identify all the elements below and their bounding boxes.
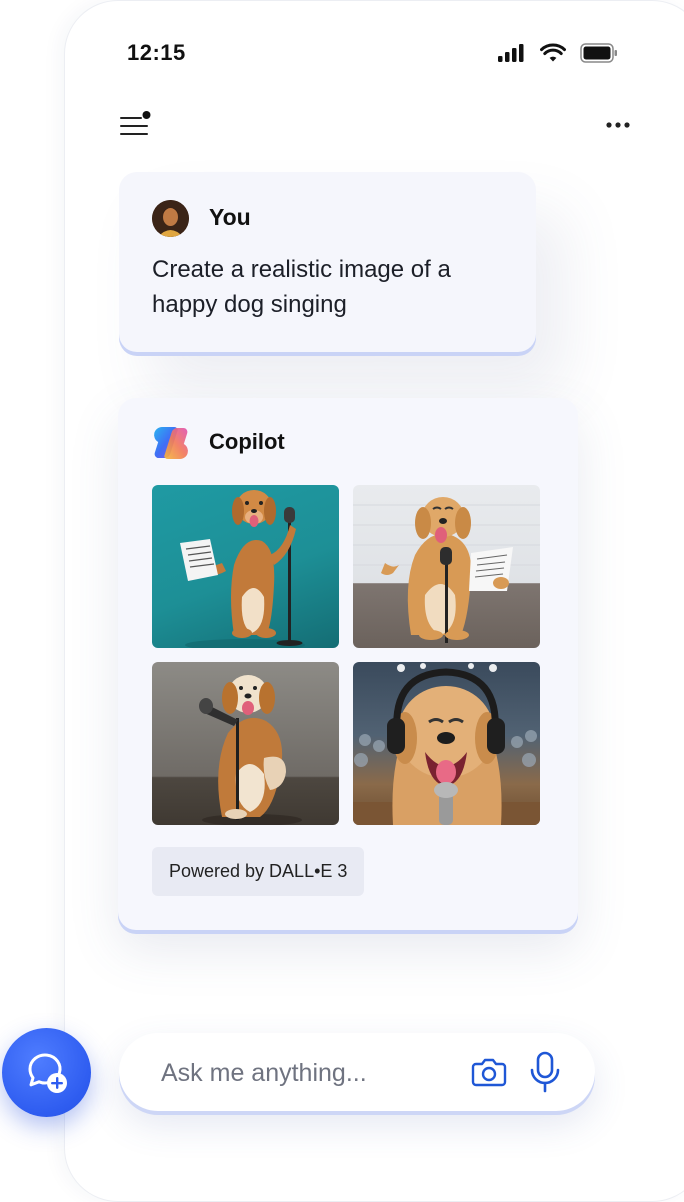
- user-message-card: You Create a realistic image of a happy …: [119, 172, 536, 352]
- more-options-button[interactable]: [603, 112, 635, 138]
- menu-button[interactable]: [118, 110, 154, 140]
- generated-image-1[interactable]: [152, 485, 339, 648]
- camera-icon: [471, 1058, 507, 1087]
- microphone-button[interactable]: [529, 1051, 561, 1093]
- more-icon: [606, 122, 630, 128]
- menu-icon: [120, 111, 151, 135]
- microphone-icon: [530, 1051, 560, 1093]
- generated-image-2[interactable]: [353, 485, 540, 648]
- composer-bar: [119, 1033, 595, 1111]
- chat-input[interactable]: [159, 1051, 453, 1095]
- signal-icon: [498, 44, 524, 62]
- generated-image-4[interactable]: [353, 662, 540, 825]
- wifi-icon: [540, 43, 566, 62]
- user-avatar: [152, 200, 189, 237]
- copilot-logo: [154, 427, 188, 459]
- battery-icon: [580, 43, 617, 63]
- new-chat-button[interactable]: [2, 1028, 91, 1117]
- powered-by-badge: Powered by DALL•E 3: [152, 847, 365, 896]
- copilot-response-card: Copilot Powered by DALL•E 3: [118, 398, 578, 930]
- camera-button[interactable]: [471, 1055, 507, 1089]
- user-message-text: Create a realistic image of a happy dog …: [152, 256, 451, 318]
- user-name: You: [209, 204, 251, 230]
- status-time: 12:15: [127, 40, 186, 65]
- copilot-name: Copilot: [209, 429, 285, 454]
- generated-image-3[interactable]: [152, 662, 339, 825]
- new-chat-icon: [28, 1053, 67, 1093]
- status-icons: [498, 42, 618, 64]
